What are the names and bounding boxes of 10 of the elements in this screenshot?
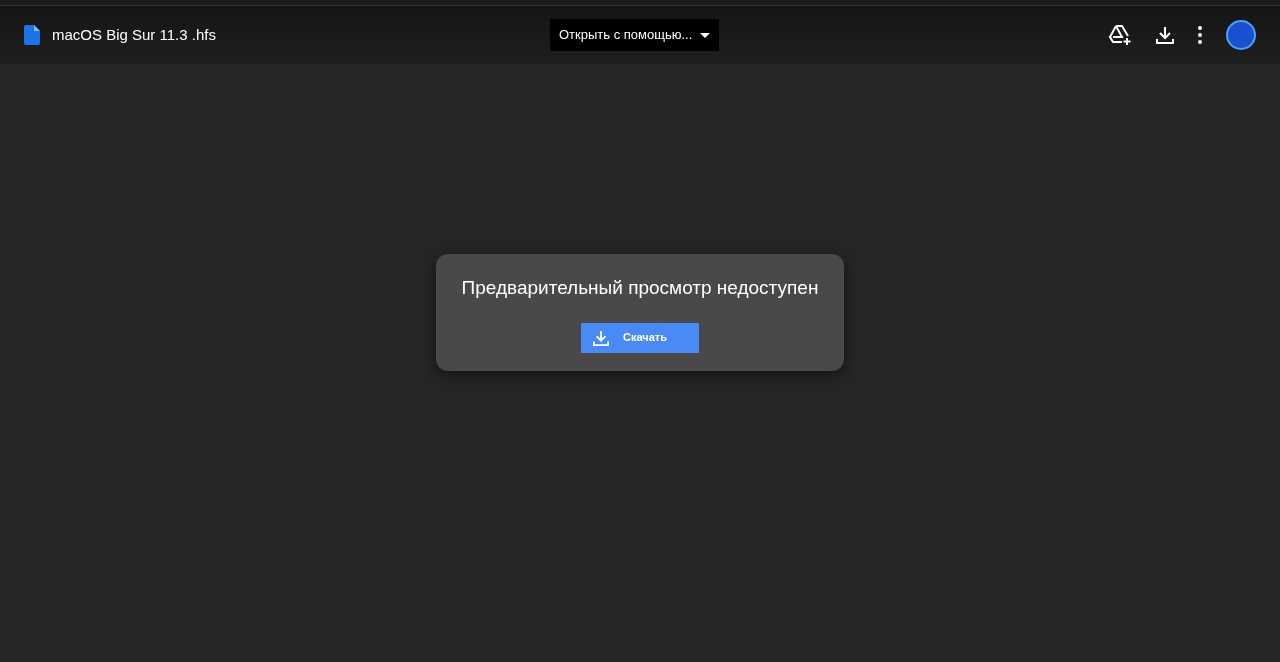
open-with-button[interactable]: Открыть с помощью...: [550, 19, 720, 51]
download-icon: [593, 329, 609, 346]
more-options-icon[interactable]: [1198, 26, 1202, 44]
caret-icon: [700, 32, 711, 38]
file-icon: [24, 25, 40, 45]
download-icon[interactable]: [1156, 26, 1174, 44]
file-name: macOS Big Sur 11.3 .hfs: [52, 24, 216, 45]
add-to-drive-icon[interactable]: [1108, 24, 1132, 46]
preview-message: Предварительный просмотр недоступен: [461, 276, 819, 300]
avatar[interactable]: [1226, 20, 1256, 50]
